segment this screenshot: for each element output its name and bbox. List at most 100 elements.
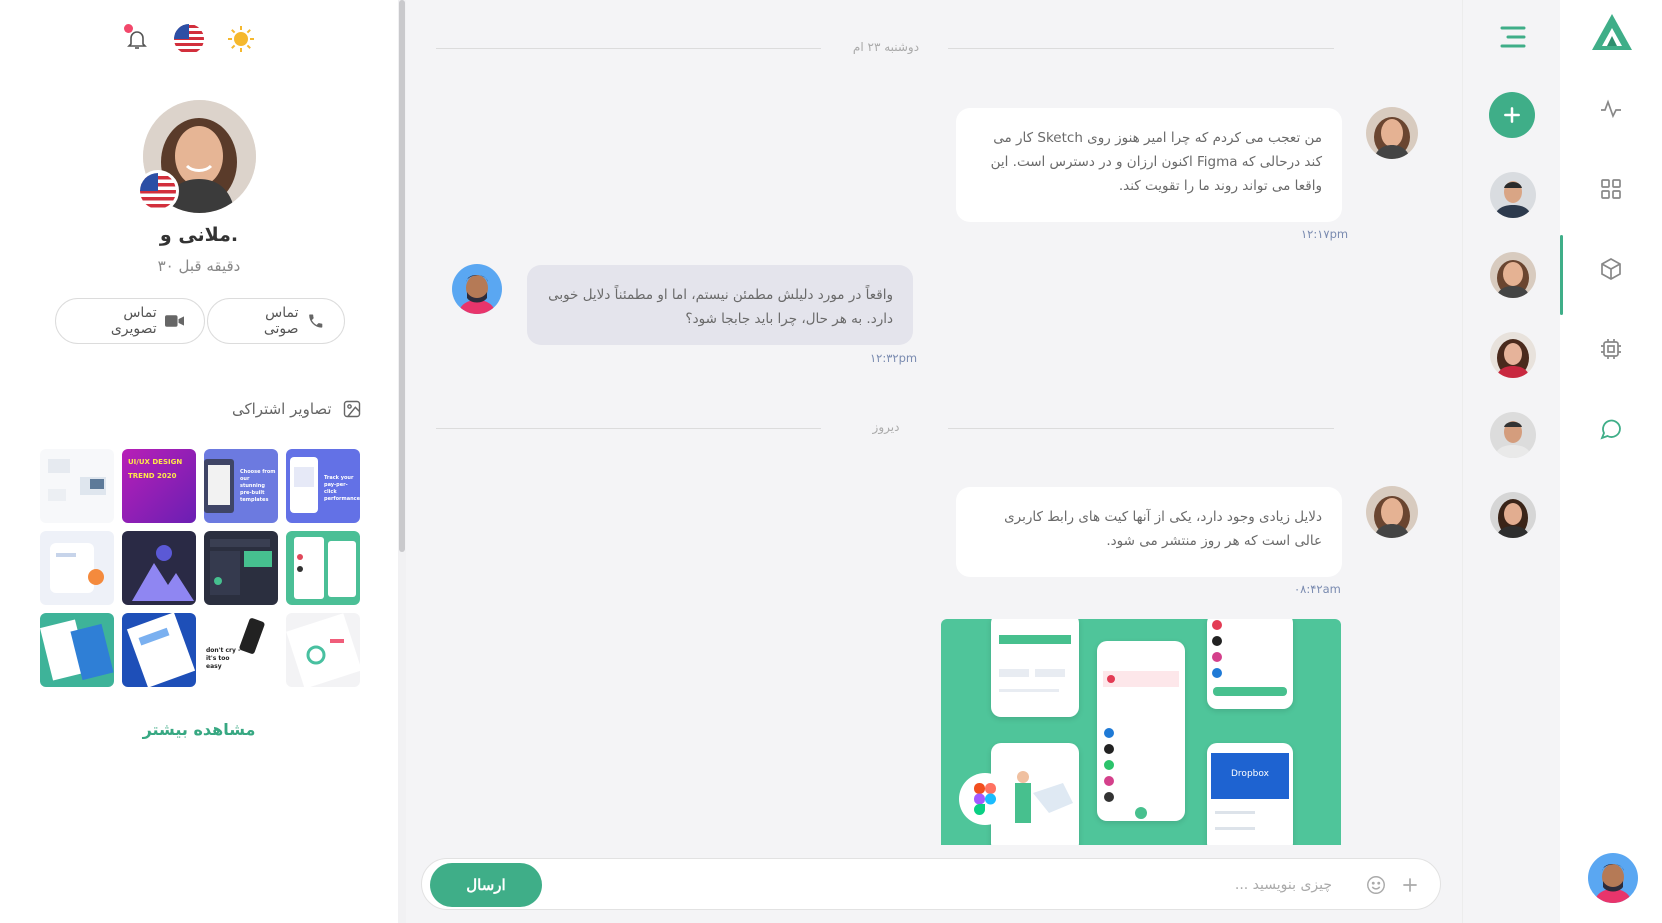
top-icons (120, 22, 258, 56)
mockup-screen: Dropbox (1207, 743, 1293, 845)
logo-icon (1592, 14, 1632, 50)
activity-icon (1601, 99, 1621, 119)
shared-images-gallery: UI/UX DESIGN TREND 2020 Choose from our … (40, 449, 360, 687)
shared-image[interactable] (40, 613, 114, 687)
us-flag-icon (174, 24, 204, 54)
profile-flag (137, 170, 179, 212)
date-separator: دوشنبه ۲۳ ام (436, 38, 1446, 58)
contact-avatar[interactable] (1490, 492, 1536, 538)
shared-images-header: تصاویر اشتراکی (232, 399, 362, 419)
cube-icon (1601, 258, 1621, 280)
video-call-button[interactable]: تماس تصویری (55, 298, 205, 344)
shared-images-title: تصاویر اشتراکی (232, 400, 332, 418)
profile-panel-scrollbar[interactable] (398, 0, 406, 923)
voice-call-button[interactable]: تماس صوتی (207, 298, 345, 344)
app-logo[interactable] (1590, 12, 1634, 52)
date-label: دیروز (872, 420, 900, 434)
video-camera-icon (164, 315, 184, 327)
message-time: ۱۲:۱۷pm (1301, 227, 1349, 241)
menu-icon (1500, 26, 1526, 48)
shared-image[interactable] (122, 531, 196, 605)
contact-avatar[interactable] (1490, 332, 1536, 378)
current-user-avatar[interactable] (1588, 853, 1638, 903)
theme-toggle[interactable] (224, 22, 258, 56)
plus-icon (1504, 107, 1520, 123)
message-text: دلایل زیادی وجود دارد، یکی از آنها کیت ه… (1004, 509, 1322, 549)
cpu-icon (1601, 339, 1621, 359)
message-text: من تعجب می کردم که چرا امیر هنوز روی Ske… (990, 130, 1322, 194)
notification-dot (124, 24, 133, 33)
attach-button[interactable] (1398, 873, 1422, 897)
nav-hardware[interactable] (1594, 332, 1628, 366)
video-call-label: تماس تصویری (110, 305, 157, 337)
shared-image-caption: UI/UX DESIGN TREND 2020 (128, 458, 183, 480)
chat-bubble-icon (1600, 419, 1621, 440)
mockup-screen (1207, 619, 1293, 709)
contact-avatar[interactable] (1490, 252, 1536, 298)
message-input[interactable] (562, 867, 1332, 903)
phone-icon (308, 314, 322, 328)
see-more-link[interactable]: مشاهده بیشتر (0, 720, 398, 739)
call-actions: تماس تصویری تماس صوتی (55, 298, 345, 344)
shared-image[interactable] (204, 531, 278, 605)
figma-icon (974, 783, 996, 815)
message-composer: ارسال (421, 858, 1441, 910)
nav-rail (1560, 0, 1662, 923)
shared-image[interactable] (286, 531, 360, 605)
shared-image[interactable]: Choose from our stunning pre-built templ… (204, 449, 278, 523)
smiley-icon (1367, 876, 1385, 894)
mockup-screen (991, 619, 1079, 717)
us-flag-icon (140, 173, 176, 209)
scrollbar-thumb[interactable] (399, 0, 405, 552)
language-button[interactable] (172, 22, 206, 56)
shared-image[interactable] (286, 613, 360, 687)
shared-image-caption: Track your pay-per-click performance (324, 475, 360, 502)
sun-icon (228, 26, 254, 52)
sender-avatar[interactable] (1366, 486, 1418, 538)
message-text: واقعاً در مورد دلیلش مطمئن نیستم، اما او… (548, 287, 893, 327)
send-button[interactable]: ارسال (430, 863, 542, 907)
message-bubble: من تعجب می کردم که چرا امیر هنوز روی Ske… (956, 108, 1342, 222)
menu-button[interactable] (1496, 22, 1530, 52)
new-chat-button[interactable] (1489, 92, 1535, 138)
sender-avatar[interactable] (1366, 107, 1418, 159)
profile-name: ملانی و. (159, 224, 239, 246)
image-icon (343, 400, 360, 418)
message-time: ۱۲:۳۲pm (870, 351, 918, 365)
figma-logo (959, 773, 1011, 825)
image-message[interactable]: Dropbox (941, 619, 1341, 845)
nav-activity[interactable] (1594, 92, 1628, 126)
contacts-column (1462, 0, 1560, 923)
app: ملانی و. ۳۰ دقیقه قبل تماس تصویری تماس ص… (0, 0, 1662, 923)
plus-icon (1403, 878, 1417, 892)
nav-dashboard[interactable] (1594, 172, 1628, 206)
nav-active-indicator (1560, 235, 1563, 315)
nav-products[interactable] (1594, 252, 1628, 286)
voice-call-label: تماس صوتی (263, 305, 299, 337)
nav-chat[interactable] (1594, 412, 1628, 446)
profile-last-seen: ۳۰ دقیقه قبل (157, 257, 241, 275)
message-time: ۰۸:۴۲am (1294, 582, 1341, 596)
mockup-screen (1097, 641, 1185, 821)
shared-image[interactable]: don't cry - it's too easy (204, 613, 278, 687)
shared-image[interactable] (122, 613, 196, 687)
shared-image-caption: Choose from our stunning pre-built templ… (240, 469, 276, 503)
profile-panel: ملانی و. ۳۰ دقیقه قبل تماس تصویری تماس ص… (0, 0, 398, 923)
contact-avatar[interactable] (1490, 172, 1536, 218)
shared-image[interactable] (40, 531, 114, 605)
shared-image-caption: don't cry - it's too easy (206, 647, 241, 670)
emoji-button[interactable] (1364, 873, 1388, 897)
chat-area: دوشنبه ۲۳ ام من تعجب می کردم که چرا امیر… (406, 0, 1462, 923)
my-avatar[interactable] (452, 264, 502, 314)
shared-image[interactable] (40, 449, 114, 523)
notification-button[interactable] (120, 22, 154, 56)
date-separator: دیروز (436, 418, 1446, 438)
date-label: دوشنبه ۲۳ ام (852, 40, 920, 54)
message-bubble: واقعاً در مورد دلیلش مطمئن نیستم، اما او… (527, 265, 913, 345)
shared-image[interactable]: UI/UX DESIGN TREND 2020 (122, 449, 196, 523)
grid-icon (1601, 179, 1621, 199)
shared-image[interactable]: Track your pay-per-click performance (286, 449, 360, 523)
dropbox-label: Dropbox (1231, 769, 1269, 779)
contact-avatar[interactable] (1490, 412, 1536, 458)
message-bubble: دلایل زیادی وجود دارد، یکی از آنها کیت ه… (956, 487, 1342, 577)
